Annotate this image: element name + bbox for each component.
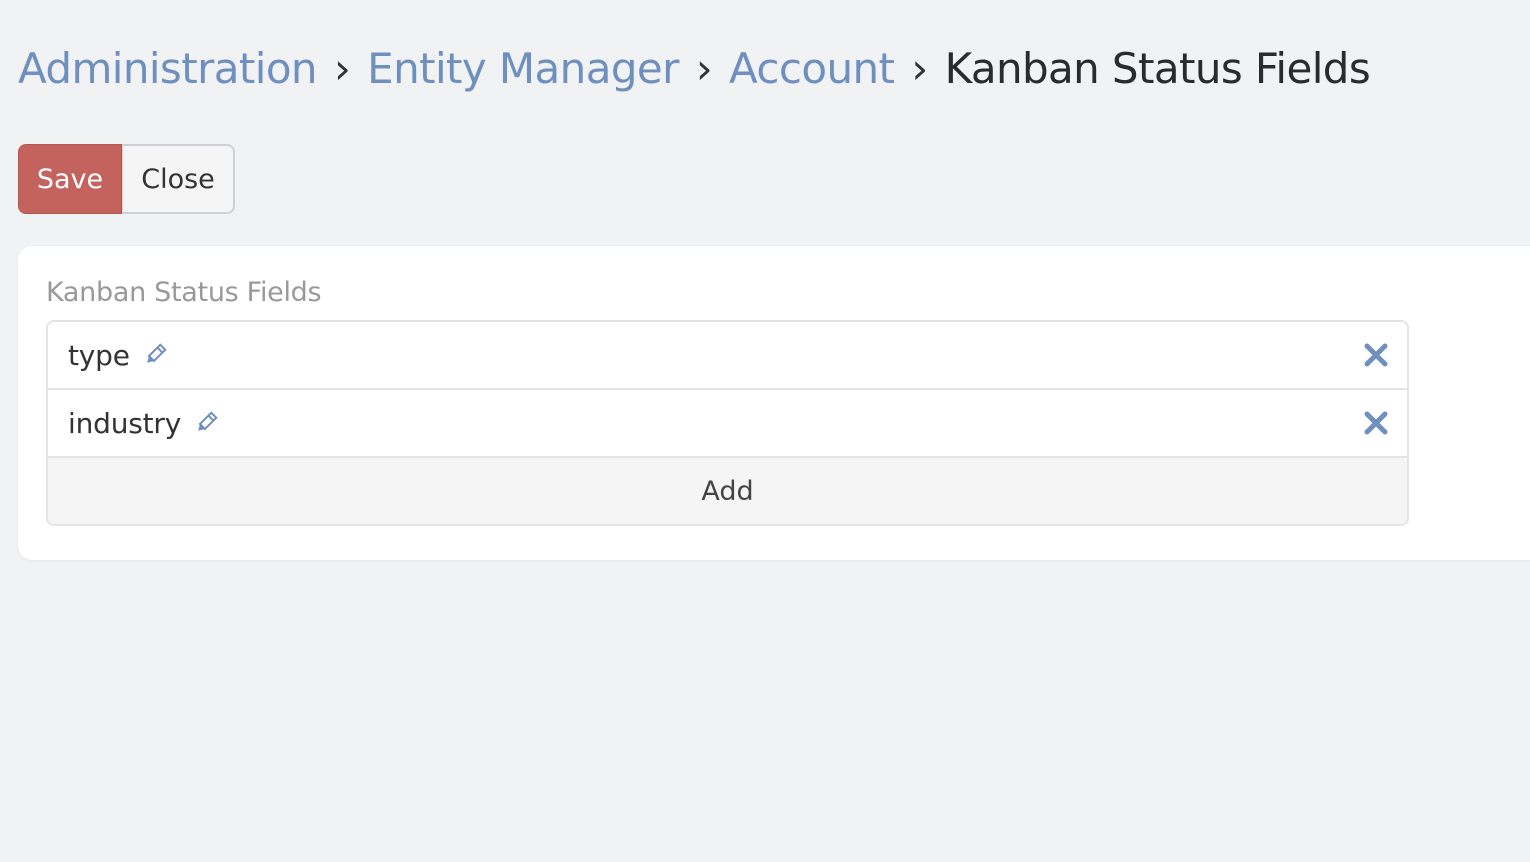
close-button[interactable]: Close	[122, 144, 235, 214]
breadcrumb-link-account[interactable]: Account	[729, 44, 895, 93]
breadcrumb: Administration › Entity Manager › Accoun…	[18, 36, 1371, 100]
breadcrumb-separator: ›	[911, 43, 928, 93]
breadcrumb-separator: ›	[695, 43, 713, 93]
field-label: Kanban Status Fields	[46, 277, 322, 308]
kanban-status-fields-panel: Kanban Status Fields type industry Add	[18, 246, 1530, 560]
pencil-icon[interactable]	[193, 410, 219, 436]
save-button[interactable]: Save	[18, 144, 122, 214]
breadcrumb-link-administration[interactable]: Administration	[18, 44, 318, 93]
list-item-type: type	[48, 322, 1407, 390]
add-button[interactable]: Add	[48, 458, 1407, 524]
breadcrumb-link-entity-manager[interactable]: Entity Manager	[367, 44, 679, 93]
page-title: Kanban Status Fields	[944, 43, 1371, 93]
close-icon[interactable]	[1363, 342, 1389, 368]
action-button-group: Save Close	[18, 144, 235, 214]
list-item-industry: industry	[48, 390, 1407, 458]
breadcrumb-separator: ›	[333, 43, 351, 93]
pencil-icon[interactable]	[142, 342, 168, 368]
list-item-label: industry	[68, 406, 182, 440]
status-fields-list: type industry Add	[46, 320, 1409, 526]
list-item-label: type	[68, 338, 130, 372]
close-icon[interactable]	[1363, 410, 1389, 436]
